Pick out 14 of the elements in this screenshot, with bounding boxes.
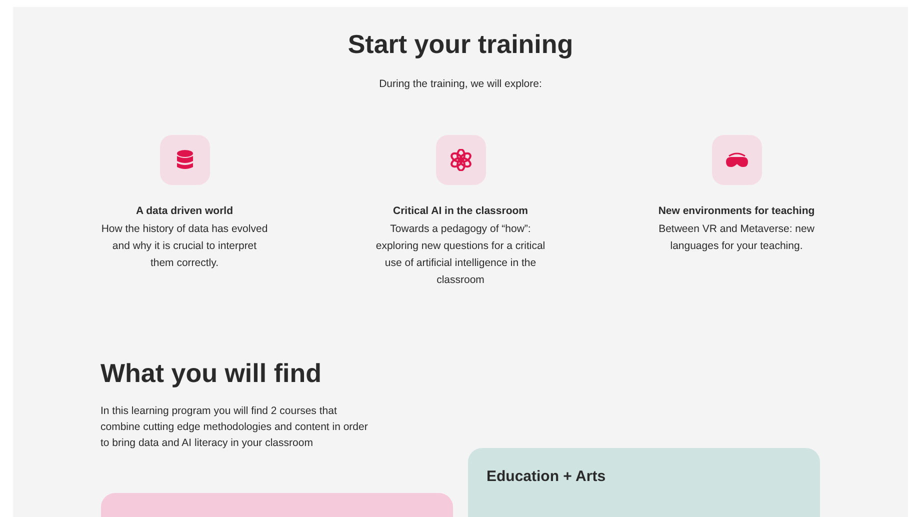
section-title: Start your training [348,29,574,59]
section-title: What you will find [100,357,322,389]
topic-description: Between VR and Metaverse: new languages for your teaching. [658,222,816,254]
topic-title: A data driven world [136,204,234,218]
topic-title: New environments for teaching [658,204,815,218]
flower-knot-icon [450,149,472,171]
section-subtitle: During the training, we will explore: [379,77,542,91]
topic-description: How the history of data has evolved and why it is crucial to interpret them correctly. [100,222,269,271]
course-title: Education + Arts [486,468,607,485]
topic-title: Critical AI in the classroom [393,204,528,218]
vr-headset-icon [724,152,748,168]
section-description: In this learning program you will find 2 courses that combine cutting edge methodologies and content in order to bring data and AI literacy in your classroom [100,404,369,451]
topic-description: Towards a pedagogy of “how”: exploring new questions for a critical use of artificial intelligence in the classroom [376,222,546,288]
database-icon [176,150,192,170]
